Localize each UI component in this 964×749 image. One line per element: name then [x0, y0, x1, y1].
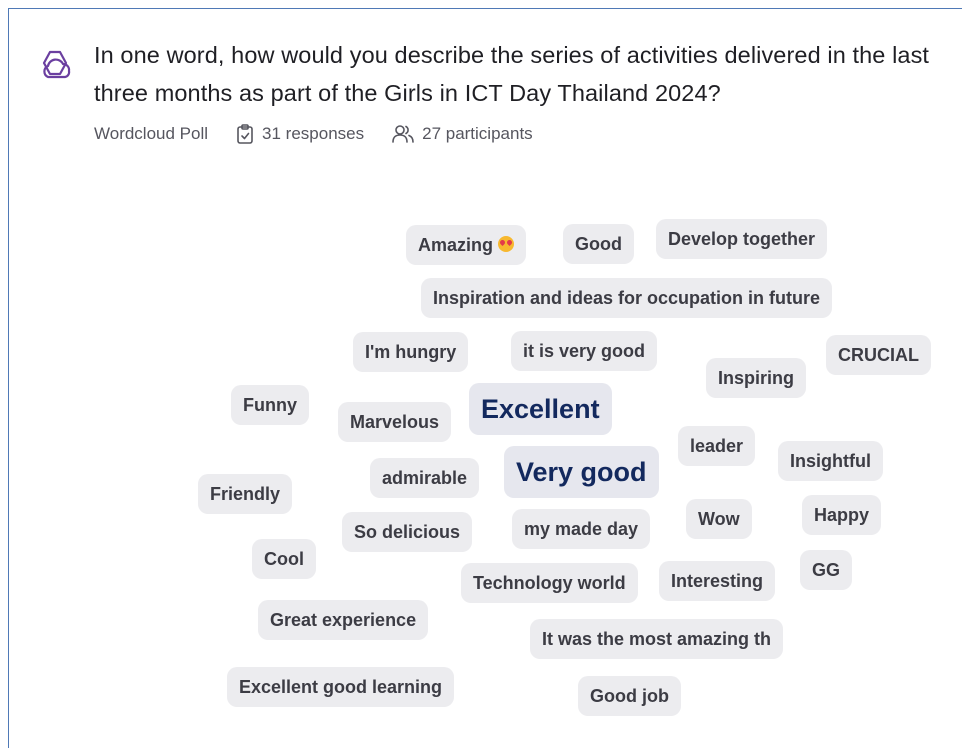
poll-type-label: Wordcloud Poll	[94, 124, 209, 143]
responses-label: 31 responses	[262, 124, 365, 143]
word-text: CRUCIAL	[838, 345, 919, 365]
word-text: Great experience	[270, 610, 417, 630]
word-text: Amazing	[418, 235, 494, 255]
word-chip: CRUCIAL	[826, 335, 931, 375]
word-text: Technology world	[473, 573, 626, 593]
word-chip: Insightful	[778, 441, 883, 481]
poll-question: In one word, how would you describe the …	[94, 42, 930, 106]
wordcloud-poll-icon	[42, 50, 71, 79]
responses-count: 31 responses	[236, 124, 364, 144]
word-text: Wow	[698, 509, 740, 529]
poll-meta: Wordcloud Poll 31 responses 27 participa…	[94, 122, 533, 146]
word-chip: Good	[563, 224, 634, 264]
word-chip: Marvelous	[338, 402, 452, 442]
word-text: Very good	[516, 457, 647, 487]
word-text: it is very good	[523, 341, 646, 361]
word-text: Develop together	[668, 229, 816, 249]
word-chip: it is very good	[511, 331, 658, 371]
word-text: Inspiration and ideas for occupation in …	[433, 288, 821, 308]
word-chip-highlight: Excellent	[469, 383, 612, 435]
word-text: Happy	[814, 505, 870, 525]
word-chip: Good job	[578, 676, 681, 716]
word-chip: Great experience	[258, 600, 429, 640]
word-chip: Amazing	[406, 225, 527, 265]
word-text: Insightful	[790, 451, 871, 471]
word-text: Excellent good learning	[239, 677, 443, 697]
word-text: Cool	[264, 549, 304, 569]
word-text: So delicious	[354, 522, 461, 542]
participants-count: 27 participants	[392, 124, 533, 144]
word-text: Friendly	[210, 484, 281, 504]
word-chip: Wow	[686, 499, 752, 539]
poll-frame	[8, 8, 962, 748]
participants-label: 27 participants	[422, 124, 533, 143]
word-text: Marvelous	[350, 412, 440, 432]
word-chip: Develop together	[656, 219, 828, 259]
word-chip: admirable	[370, 458, 480, 498]
word-chip: Interesting	[659, 561, 776, 601]
users-icon	[392, 125, 414, 143]
word-text: admirable	[382, 468, 468, 488]
word-chip: So delicious	[342, 512, 473, 552]
word-chip: It was the most amazing th	[530, 619, 784, 659]
word-text: leader	[690, 436, 744, 456]
word-chip: Funny	[231, 385, 309, 425]
word-text: Funny	[243, 395, 297, 415]
heart-eyes-emoji-icon	[498, 236, 515, 252]
word-text: Good job	[590, 686, 669, 706]
word-text: Interesting	[671, 571, 764, 591]
word-chip: leader	[678, 426, 756, 466]
clipboard-check-icon	[237, 124, 253, 144]
word-chip: I'm hungry	[353, 332, 469, 372]
poll-type: Wordcloud Poll	[94, 124, 208, 144]
word-chip: Excellent good learning	[227, 667, 455, 707]
word-chip: Inspiration and ideas for occupation in …	[421, 278, 833, 318]
word-chip: GG	[800, 550, 853, 590]
word-text: Inspiring	[718, 368, 794, 388]
word-chip: Cool	[252, 539, 316, 579]
word-chip: Inspiring	[706, 358, 806, 398]
word-chip: Happy	[802, 495, 882, 535]
word-text: GG	[812, 560, 841, 580]
word-text: my made day	[524, 519, 639, 539]
word-text: Excellent	[481, 394, 600, 424]
word-chip-highlight: Very good	[504, 446, 659, 498]
word-text: Good	[575, 234, 622, 254]
word-chip: Technology world	[461, 563, 638, 603]
word-chip: my made day	[512, 509, 651, 549]
word-text: It was the most amazing th	[542, 629, 772, 649]
word-chip: Friendly	[198, 474, 293, 514]
word-text: I'm hungry	[365, 342, 457, 362]
